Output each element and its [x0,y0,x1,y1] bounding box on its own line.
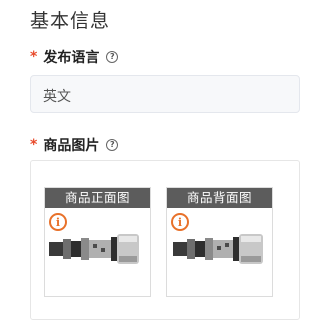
info-icon[interactable]: i [171,213,189,231]
question-circle-icon[interactable]: ? [106,51,119,63]
image-field-label: * 商品图片 ? [30,135,119,155]
question-circle-icon[interactable]: ? [106,139,119,151]
front-image-card[interactable]: 商品正面图 i [44,187,151,297]
language-label-text: 发布语言 [43,50,100,66]
back-image-caption: 商品背面图 [167,188,272,208]
required-mark: * [30,49,38,65]
front-image-caption: 商品正面图 [45,188,150,208]
language-select[interactable]: 英文 [30,75,300,113]
language-select-value: 英文 [43,89,71,105]
language-field-label: * 发布语言 ? [30,47,119,67]
info-icon[interactable]: i [49,213,67,231]
required-mark: * [30,137,38,153]
section-title: 基本信息 [30,10,111,32]
image-label-text: 商品图片 [43,138,100,154]
back-image-card[interactable]: 商品背面图 i [166,187,273,297]
